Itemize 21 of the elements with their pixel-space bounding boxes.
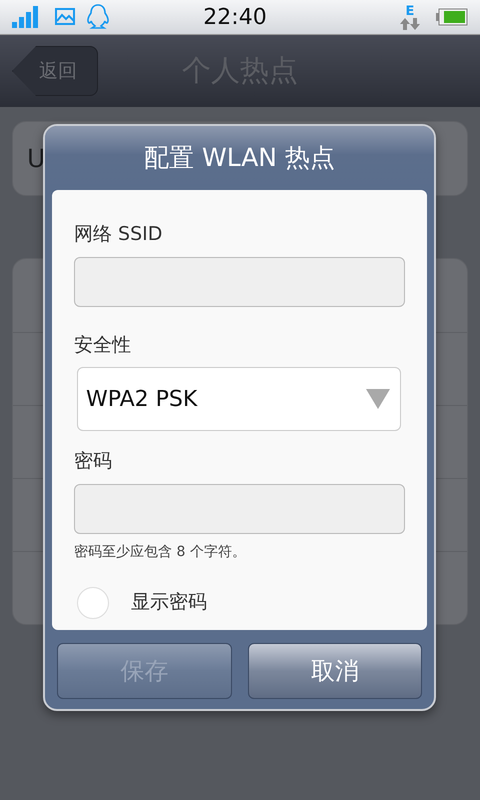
checkbox-label: 显示密码 (131, 590, 207, 616)
field-label: 密码 (74, 449, 113, 474)
field-label: 网络 SSID (74, 222, 164, 247)
picture-icon (54, 6, 78, 28)
security-dropdown[interactable]: WPA2 PSK (77, 367, 401, 431)
dropdown-arrow-icon (366, 389, 390, 409)
data-arrows-icon (400, 18, 420, 30)
network-type: E (406, 4, 414, 18)
field-label: 安全性 (74, 332, 132, 358)
password-hint: 密码至少应包含 8 个字符。 (74, 542, 247, 562)
password-field[interactable] (74, 484, 405, 534)
setting-label: U (27, 142, 46, 175)
battery-icon (436, 8, 468, 26)
show-password-checkbox[interactable] (77, 586, 109, 618)
dialog-title: 配置 WLAN 热点 (144, 142, 335, 174)
penguin-icon (86, 4, 110, 30)
dropdown-value: WPA2 PSK (86, 386, 198, 414)
dialog-button[interactable]: 取消 (248, 643, 422, 699)
ssid-field[interactable] (74, 256, 405, 306)
back-button[interactable]: 返回 (12, 46, 98, 96)
status-time: 22:40 (203, 4, 267, 30)
